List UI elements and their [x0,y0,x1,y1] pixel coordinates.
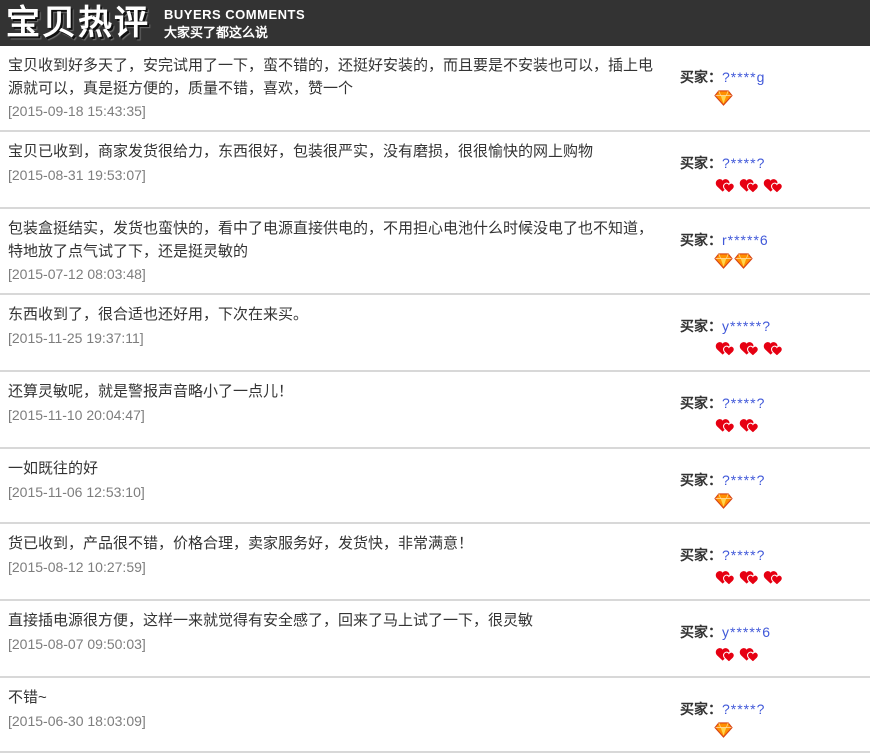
comment-row: 一如既往的好 [2015-11-06 12:53:10] 买家：?****? [0,449,870,524]
diamond-icon [714,722,733,740]
comment-text: 东西收到了，很合适也还好用，下次在来买。 [8,304,666,327]
rating-icons [680,722,870,740]
subtitle-chinese: 大家买了都这么说 [164,24,305,42]
comment-main: 一如既往的好 [2015-11-06 12:53:10] [8,458,680,511]
comment-text: 货已收到，产品很不错，价格合理，卖家服务好，发货快，非常满意！ [8,533,666,556]
double-heart-icon [714,416,737,436]
buyer-label: 买家： [680,318,722,334]
buyer-name[interactable]: r*****6 [722,232,769,248]
rating-icons [680,90,870,108]
comment-row: 东西收到了，很合适也还好用，下次在来买。 [2015-11-25 19:37:1… [0,295,870,372]
buyer-name[interactable]: ?****? [722,155,765,171]
comment-timestamp: [2015-07-12 08:03:48] [8,266,666,282]
section-subtitle: BUYERS COMMENTS 大家买了都这么说 [164,4,305,41]
rating-icons [680,416,870,436]
comment-timestamp: [2015-08-07 09:50:03] [8,636,666,652]
buyer-block: 买家：y*****? [680,304,870,359]
buyer-name[interactable]: y*****? [722,318,771,334]
comment-text: 宝贝收到好多天了，安完试用了一下，蛮不错的，还挺好安装的，而且要是不安装也可以，… [8,55,666,100]
double-heart-icon [762,568,785,588]
comment-text: 包装盒挺结实，发货也蛮快的，看中了电源直接供电的，不用担心电池什么时候没电了也不… [8,218,666,263]
comment-main: 宝贝已收到，商家发货很给力，东西很好，包装很严实，没有磨损，很很愉快的网上购物 … [8,141,680,196]
comment-main: 还算灵敏呢，就是警报声音略小了一点儿！ [2015-11-10 20:04:47… [8,381,680,436]
rating-icons [680,568,870,588]
buyer-name[interactable]: ?****? [722,701,765,717]
comment-row: 直接插电源很方便，这样一来就觉得有安全感了，回来了马上试了一下，很灵敏 [201… [0,601,870,678]
double-heart-icon [738,645,761,665]
double-heart-icon [738,339,761,359]
diamond-icon [714,493,733,511]
rating-icons [680,176,870,196]
comment-timestamp: [2015-06-30 18:03:09] [8,713,666,729]
buyer-block: 买家：?****? [680,533,870,588]
rating-icons [680,645,870,665]
buyer-block: 买家：?****? [680,141,870,196]
diamond-icon [714,90,733,108]
comments-list: 宝贝收到好多天了，安完试用了一下，蛮不错的，还挺好安装的，而且要是不安装也可以，… [0,46,870,754]
comment-row: 还算灵敏呢，就是警报声音略小了一点儿！ [2015-11-10 20:04:47… [0,372,870,449]
comment-row: 宝贝已收到，商家发货很给力，东西很好，包装很严实，没有磨损，很很愉快的网上购物 … [0,132,870,209]
section-header: 宝贝热评 BUYERS COMMENTS 大家买了都这么说 [0,0,870,46]
buyer-label: 买家： [680,701,722,717]
buyer-label: 买家： [680,547,722,563]
rating-icons [680,339,870,359]
comment-timestamp: [2015-08-31 19:53:07] [8,167,666,183]
buyer-label: 买家： [680,69,722,85]
buyer-name[interactable]: y*****6 [722,624,771,640]
comment-main: 宝贝收到好多天了，安完试用了一下，蛮不错的，还挺好安装的，而且要是不安装也可以，… [8,55,680,119]
buyer-block: 买家：?****g [680,55,870,119]
diamond-icon [734,253,753,271]
comment-main: 直接插电源很方便，这样一来就觉得有安全感了，回来了马上试了一下，很灵敏 [201… [8,610,680,665]
comment-text: 直接插电源很方便，这样一来就觉得有安全感了，回来了马上试了一下，很灵敏 [8,610,666,633]
double-heart-icon [762,176,785,196]
double-heart-icon [738,416,761,436]
comment-main: 货已收到，产品很不错，价格合理，卖家服务好，发货快，非常满意！ [2015-08… [8,533,680,588]
comment-text: 宝贝已收到，商家发货很给力，东西很好，包装很严实，没有磨损，很很愉快的网上购物 [8,141,666,164]
buyer-block: 买家：?****? [680,687,870,740]
buyer-label: 买家： [680,624,722,640]
comment-text: 还算灵敏呢，就是警报声音略小了一点儿！ [8,381,666,404]
buyer-block: 买家：?****? [680,458,870,511]
buyer-block: 买家：?****? [680,381,870,436]
comment-timestamp: [2015-08-12 10:27:59] [8,559,666,575]
comment-main: 东西收到了，很合适也还好用，下次在来买。 [2015-11-25 19:37:1… [8,304,680,359]
comment-row: 宝贝收到好多天了，安完试用了一下，蛮不错的，还挺好安装的，而且要是不安装也可以，… [0,46,870,132]
buyer-block: 买家：y*****6 [680,610,870,665]
buyer-label: 买家： [680,232,722,248]
buyer-name[interactable]: ?****g [722,69,765,85]
comment-timestamp: [2015-11-25 19:37:11] [8,330,666,346]
comment-row: 不错~ [2015-06-30 18:03:09] 买家：?****? [0,678,870,753]
buyer-name[interactable]: ?****? [722,395,765,411]
diamond-icon [714,253,733,271]
double-heart-icon [714,339,737,359]
buyer-block: 买家：r*****6 [680,218,870,282]
buyer-label: 买家： [680,395,722,411]
buyer-name[interactable]: ?****? [722,547,765,563]
double-heart-icon [714,568,737,588]
rating-icons [680,253,870,271]
comment-timestamp: [2015-11-10 20:04:47] [8,407,666,423]
rating-icons [680,493,870,511]
double-heart-icon [738,568,761,588]
comment-text: 一如既往的好 [8,458,666,481]
comment-timestamp: [2015-09-18 15:43:35] [8,103,666,119]
comment-timestamp: [2015-11-06 12:53:10] [8,484,666,500]
comment-row: 包装盒挺结实，发货也蛮快的，看中了电源直接供电的，不用担心电池什么时候没电了也不… [0,209,870,295]
comment-text: 不错~ [8,687,666,710]
buyer-name[interactable]: ?****? [722,472,765,488]
subtitle-english: BUYERS COMMENTS [164,6,305,24]
double-heart-icon [762,339,785,359]
buyer-label: 买家： [680,472,722,488]
double-heart-icon [738,176,761,196]
double-heart-icon [714,645,737,665]
buyers-comments-page: 宝贝热评 BUYERS COMMENTS 大家买了都这么说 宝贝收到好多天了，安… [0,0,870,754]
comment-main: 包装盒挺结实，发货也蛮快的，看中了电源直接供电的，不用担心电池什么时候没电了也不… [8,218,680,282]
comment-main: 不错~ [2015-06-30 18:03:09] [8,687,680,740]
double-heart-icon [714,176,737,196]
section-title: 宝贝热评 [6,6,150,40]
buyer-label: 买家： [680,155,722,171]
comment-row: 货已收到，产品很不错，价格合理，卖家服务好，发货快，非常满意！ [2015-08… [0,524,870,601]
